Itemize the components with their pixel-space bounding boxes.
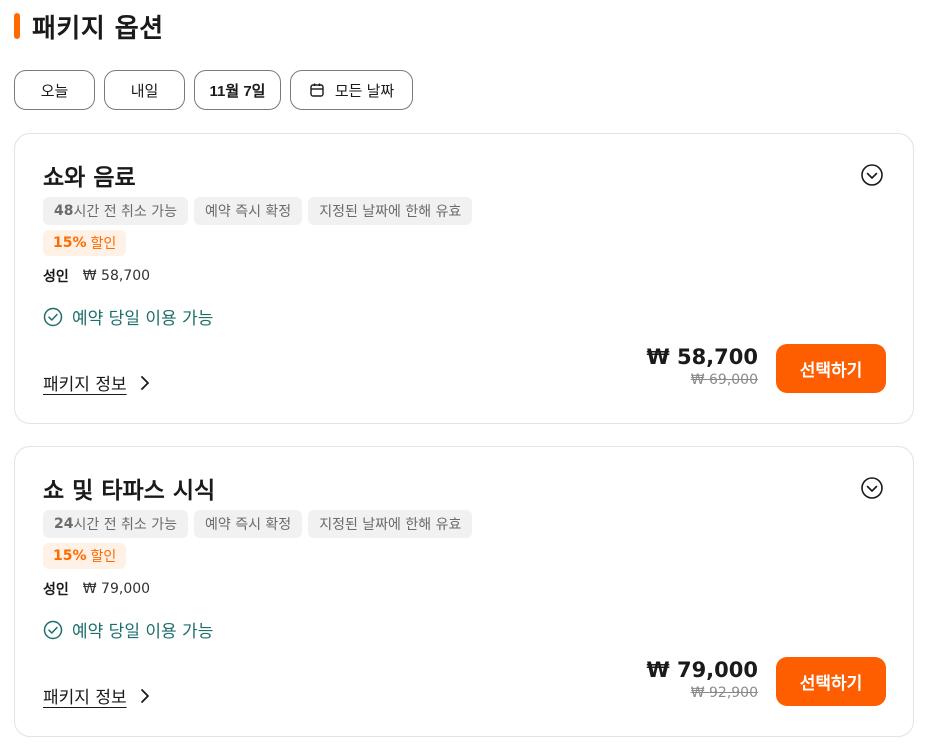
discount-badge: 15% 할인: [43, 543, 127, 569]
chevron-right-icon: [140, 688, 149, 703]
package-card: 쇼와 음료 48 시간 전 취소 가능 예약 즉시 확정 지정된 날짜에 한해 유…: [14, 133, 914, 424]
tag-instant-confirm: 예약 즉시 확정: [194, 510, 303, 538]
price-block: ₩ 58,700 ₩ 69,000: [646, 344, 758, 388]
date-chip-all-dates-label: 모든 날짜: [334, 82, 395, 100]
tag-cancellation: 24 시간 전 취소 가능: [43, 510, 188, 538]
package-info-link[interactable]: 패키지 정보: [43, 370, 153, 395]
section-header: 패키지 옵션: [14, 8, 164, 44]
check-circle-icon: [43, 307, 63, 326]
price-current: ₩ 79,000: [646, 658, 758, 682]
package-title: 쇼와 음료: [43, 165, 136, 191]
adult-label: 성인: [43, 582, 69, 598]
calendar-icon: [310, 83, 324, 97]
price-original: ₩ 69,000: [690, 372, 758, 388]
chevron-down-icon[interactable]: [860, 163, 884, 187]
accent-bar: [14, 13, 20, 39]
package-tags: 24 시간 전 취소 가능 예약 즉시 확정 지정된 날짜에 한해 유효: [43, 510, 473, 538]
availability-note: 예약 당일 이용 가능: [43, 304, 213, 329]
package-tags: 48 시간 전 취소 가능 예약 즉시 확정 지정된 날짜에 한해 유효: [43, 197, 473, 225]
package-card: 쇼 및 타파스 시식 24 시간 전 취소 가능 예약 즉시 확정 지정된 날짜에…: [14, 446, 914, 737]
adult-label: 성인: [43, 269, 69, 285]
chevron-down-icon[interactable]: [860, 476, 884, 500]
select-button[interactable]: 선택하기: [776, 344, 886, 393]
select-button[interactable]: 선택하기: [776, 657, 886, 706]
date-chip-today[interactable]: 오늘: [14, 70, 95, 110]
check-circle-icon: [43, 620, 63, 639]
tag-validity: 지정된 날짜에 한해 유효: [308, 510, 473, 538]
package-title: 쇼 및 타파스 시식: [43, 478, 216, 504]
page-title: 패키지 옵션: [32, 13, 164, 44]
date-chip-tomorrow[interactable]: 내일: [104, 70, 185, 110]
date-chip-nov7[interactable]: 11월 7일: [194, 70, 281, 110]
tag-validity: 지정된 날짜에 한해 유효: [308, 197, 473, 225]
availability-note: 예약 당일 이용 가능: [43, 617, 213, 642]
tag-cancellation: 48 시간 전 취소 가능: [43, 197, 188, 225]
date-chip-all-dates[interactable]: 모든 날짜: [290, 70, 413, 110]
adult-price: ₩ 58,700: [82, 268, 151, 284]
price-current: ₩ 58,700: [646, 345, 758, 369]
date-selector: 오늘 내일 11월 7일 모든 날짜: [14, 70, 413, 110]
price-original: ₩ 92,900: [690, 685, 758, 701]
price-block: ₩ 79,000 ₩ 92,900: [646, 657, 758, 701]
discount-badge: 15% 할인: [43, 230, 127, 256]
chevron-right-icon: [140, 375, 149, 390]
tag-instant-confirm: 예약 즉시 확정: [194, 197, 303, 225]
adult-price-row: 성인 ₩ 58,700: [43, 266, 150, 286]
adult-price-row: 성인 ₩ 79,000: [43, 579, 150, 599]
package-info-link[interactable]: 패키지 정보: [43, 683, 153, 708]
adult-price: ₩ 79,000: [82, 581, 151, 597]
